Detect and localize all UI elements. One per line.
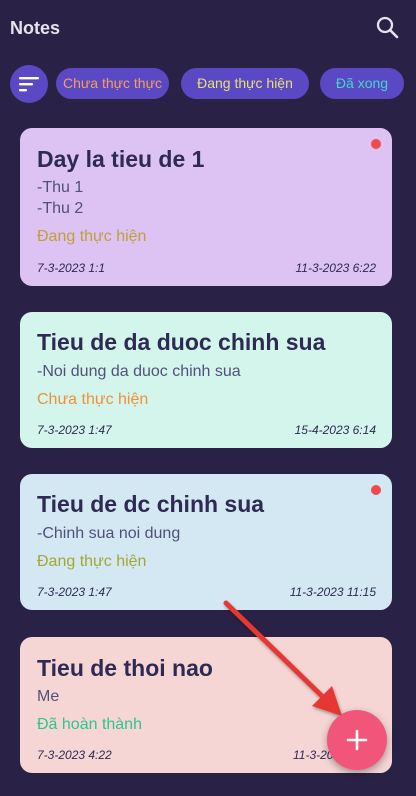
note-title: Day la tieu de 1 [37,146,205,172]
search-icon [376,16,399,39]
note-card[interactable]: Tieu de dc chinh sua -Chinh sua noi dung… [20,474,392,610]
note-title: Tieu de dc chinh sua [37,491,265,517]
note-status: Đã hoàn thành [37,716,142,733]
note-card[interactable]: Tieu de da duoc chinh sua -Noi dung da d… [20,312,392,448]
note-modified-date: 11-3-2023 11:15 [289,585,376,599]
note-created-date: 7-3-2023 1:47 [37,423,112,437]
filter-chip-todo[interactable]: Chưa thực thực [56,68,169,99]
filter-chip-in-progress[interactable]: Đang thực hiện [181,68,309,99]
filter-chip-done[interactable]: Đã xong [320,68,404,99]
note-body: Me [37,688,60,705]
note-card[interactable]: Day la tieu de 1 -Thu 1 -Thu 2 Đang thực… [20,128,392,286]
note-status: Chưa thực hiện [37,391,149,408]
note-status: Đang thực hiện [37,553,147,570]
reminder-dot [371,485,381,495]
filter-sort-button[interactable] [10,65,48,103]
note-created-date: 7-3-2023 1:47 [37,585,112,599]
plus-icon [346,729,368,751]
note-modified-date: 11-3-2023 6:22 [295,261,376,275]
note-title: Tieu de thoi nao [37,655,213,681]
top-bar: Notes [0,0,416,58]
reminder-dot [371,139,381,149]
note-status: Đang thực hiện [37,228,147,245]
note-title: Tieu de da duoc chinh sua [37,329,326,355]
app-title: Notes [10,18,61,38]
filter-bar: Chưa thực thực Đang thực hiện Đã xong [0,64,416,103]
sort-icon [19,77,39,92]
search-button[interactable] [374,14,402,42]
note-body: -Chinh sua noi dung [37,525,181,542]
note-created-date: 7-3-2023 1:1 [37,261,106,275]
note-body: -Noi dung da duoc chinh sua [37,363,241,380]
note-body: -Thu 1 -Thu 2 [37,179,84,217]
note-created-date: 7-3-2023 4:22 [37,748,112,762]
add-note-button[interactable] [327,710,387,770]
note-modified-date: 15-4-2023 6:14 [294,423,376,437]
